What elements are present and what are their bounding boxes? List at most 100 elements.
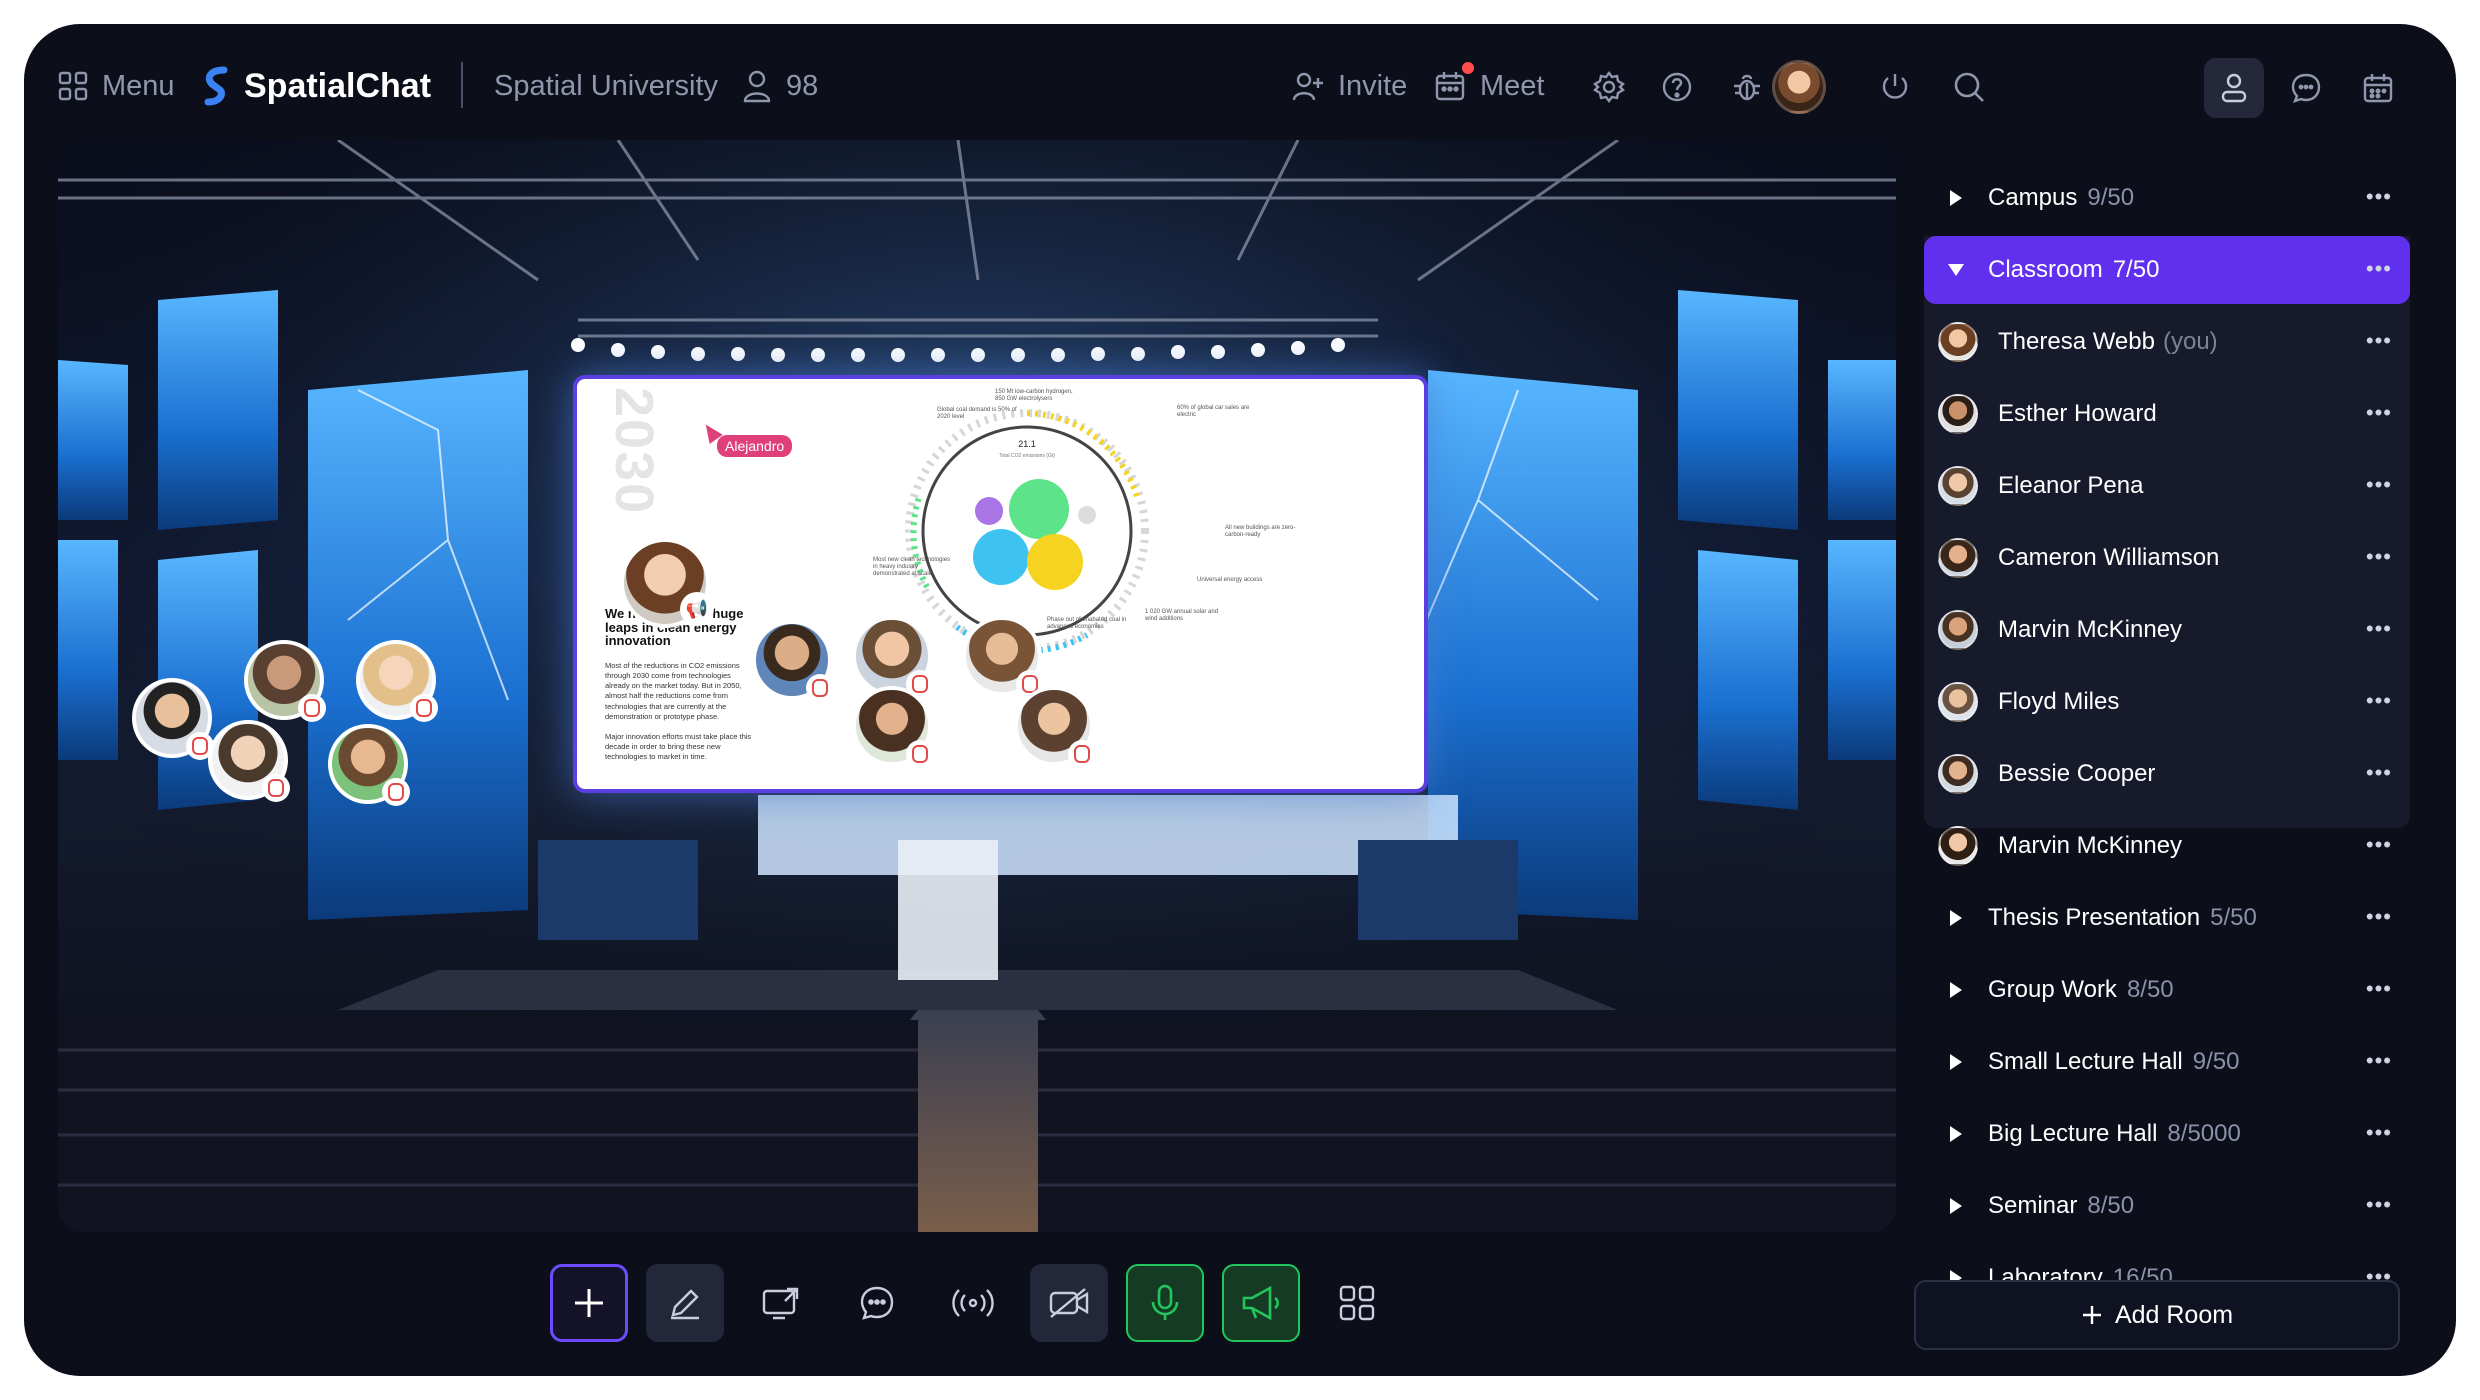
member-name: Esther Howard (1998, 400, 2157, 427)
member-item[interactable]: Theresa Webb (you) ••• (1924, 308, 2410, 376)
avatar (1938, 322, 1978, 362)
member-name: Theresa Webb (1998, 328, 2155, 355)
mic-muted-icon (806, 674, 834, 702)
virtual-stage[interactable]: 2030 Alejandro We need to drive huge lea… (58, 140, 1896, 1232)
power-icon (1882, 74, 1908, 99)
draw-button[interactable] (646, 1264, 724, 1342)
more-options-icon[interactable]: ••• (2366, 256, 2392, 282)
invite-button[interactable]: Invite (1292, 66, 1407, 106)
user-avatar[interactable] (1772, 60, 1826, 114)
broadcast-button[interactable] (934, 1264, 1012, 1342)
share-screen-icon (762, 1287, 799, 1320)
participant-avatar[interactable] (244, 640, 326, 722)
slide-annotation-bottom-2: Phase out of unabated coal in advanced e… (1047, 617, 1127, 631)
tab-chat[interactable] (2276, 58, 2336, 118)
menu-button[interactable]: Menu (58, 66, 175, 106)
meet-button[interactable]: Meet (1434, 66, 1544, 106)
room-item[interactable]: Big Lecture Hall 8/5000 ••• (1924, 1100, 2410, 1168)
room-item[interactable]: Seminar 8/50 ••• (1924, 1172, 2410, 1240)
room-count: 8/5000 (2167, 1120, 2241, 1147)
member-item[interactable]: Marvin McKinney ••• (1924, 596, 2410, 664)
room-item[interactable]: Campus 9/50 ••• (1924, 164, 2410, 232)
microphone-toggle[interactable] (1126, 1264, 1204, 1342)
participant-avatar[interactable] (962, 616, 1044, 698)
participant-avatar[interactable] (208, 720, 290, 802)
collapse-icon (1948, 264, 1964, 276)
member-name: Cameron Williamson (1998, 544, 2220, 571)
room-count: 8/50 (2087, 1192, 2135, 1219)
pen-icon (671, 1289, 699, 1320)
chat-button[interactable] (838, 1264, 916, 1342)
more-options-icon[interactable]: ••• (2366, 616, 2392, 642)
tab-people[interactable] (2204, 58, 2264, 118)
room-item[interactable]: Thesis Presentation 5/50 ••• (1924, 884, 2410, 952)
member-item[interactable]: Esther Howard ••• (1924, 380, 2410, 448)
room-count: 5/50 (2210, 904, 2257, 931)
apps-button[interactable] (1318, 1264, 1396, 1342)
more-options-icon[interactable]: ••• (2366, 1120, 2392, 1146)
more-options-icon[interactable]: ••• (2366, 976, 2392, 1002)
menu-label: Menu (102, 69, 175, 102)
add-button[interactable] (550, 1264, 628, 1342)
room-item-active[interactable]: Classroom 7/50 ••• (1924, 236, 2410, 304)
tab-calendar[interactable] (2348, 58, 2408, 118)
participant-avatar[interactable] (1014, 686, 1096, 768)
member-item[interactable]: Marvin McKinney ••• (1924, 812, 2410, 880)
add-room-button[interactable]: Add Room (1914, 1280, 2400, 1350)
space-name[interactable]: Spatial University (494, 66, 718, 106)
room-count: 8/50 (2126, 976, 2174, 1003)
slide-annotation-top: 150 Mt low-carbon hydrogen, 850 GW elect… (995, 389, 1073, 403)
more-options-icon[interactable]: ••• (2366, 328, 2392, 354)
more-options-icon[interactable]: ••• (2366, 472, 2392, 498)
room-name: Campus (1988, 184, 2078, 211)
more-options-icon[interactable]: ••• (2366, 760, 2392, 786)
mic-muted-icon (382, 778, 410, 806)
participant-avatar[interactable] (752, 620, 834, 702)
avatar (1938, 826, 1978, 866)
more-options-icon[interactable]: ••• (2366, 184, 2392, 210)
room-item[interactable]: Small Lecture Hall 9/50 ••• (1924, 1028, 2410, 1096)
participant-avatar[interactable] (132, 678, 214, 760)
avatar (1938, 754, 1978, 794)
camera-toggle[interactable] (1030, 1264, 1108, 1342)
more-options-icon[interactable]: ••• (2366, 1192, 2392, 1218)
logo-icon (204, 66, 228, 106)
more-options-icon[interactable]: ••• (2366, 904, 2392, 930)
slide-body-text-2: Major innovation efforts must take place… (605, 731, 752, 762)
more-options-icon[interactable]: ••• (2366, 832, 2392, 858)
room-name: Seminar (1988, 1192, 2078, 1219)
search-button[interactable] (1946, 64, 1992, 110)
leave-button[interactable] (1872, 64, 1918, 110)
slide-body-text: Most of the reductions in CO2 emissions … (605, 661, 742, 721)
app-logo[interactable]: SpatialChat (202, 66, 431, 106)
participant-avatar[interactable] (356, 640, 438, 722)
member-item[interactable]: Floyd Miles ••• (1924, 668, 2410, 736)
help-button[interactable] (1654, 64, 1700, 110)
megaphone-toggle[interactable] (1222, 1264, 1300, 1342)
grid-icon (58, 71, 88, 101)
help-icon (1662, 72, 1692, 102)
more-options-icon[interactable]: ••• (2366, 688, 2392, 714)
participants-count[interactable]: 98 (742, 66, 818, 106)
settings-button[interactable] (1586, 64, 1632, 110)
more-options-icon[interactable]: ••• (2366, 544, 2392, 570)
sidebar-tabs (2204, 58, 2408, 118)
more-options-icon[interactable]: ••• (2366, 1048, 2392, 1074)
megaphone-icon: 📢 (680, 592, 714, 626)
member-name: Marvin McKinney (1998, 616, 2183, 643)
participant-avatar[interactable] (852, 686, 934, 768)
share-screen-button[interactable] (742, 1264, 820, 1342)
room-item[interactable]: Group Work 8/50 ••• (1924, 956, 2410, 1024)
report-bug-button[interactable] (1724, 64, 1770, 110)
participant-avatar[interactable] (328, 724, 410, 806)
plus-icon (2082, 1306, 2101, 1324)
participant-avatar[interactable] (852, 616, 934, 698)
speaker-avatar[interactable]: 📢 (620, 538, 714, 628)
mic-muted-icon (906, 740, 934, 768)
member-item[interactable]: Cameron Williamson ••• (1924, 524, 2410, 592)
avatar (1938, 466, 1978, 506)
member-item[interactable]: Bessie Cooper ••• (1924, 740, 2410, 808)
room-name: Group Work (1988, 976, 2117, 1003)
more-options-icon[interactable]: ••• (2366, 400, 2392, 426)
member-item[interactable]: Eleanor Pena ••• (1924, 452, 2410, 520)
